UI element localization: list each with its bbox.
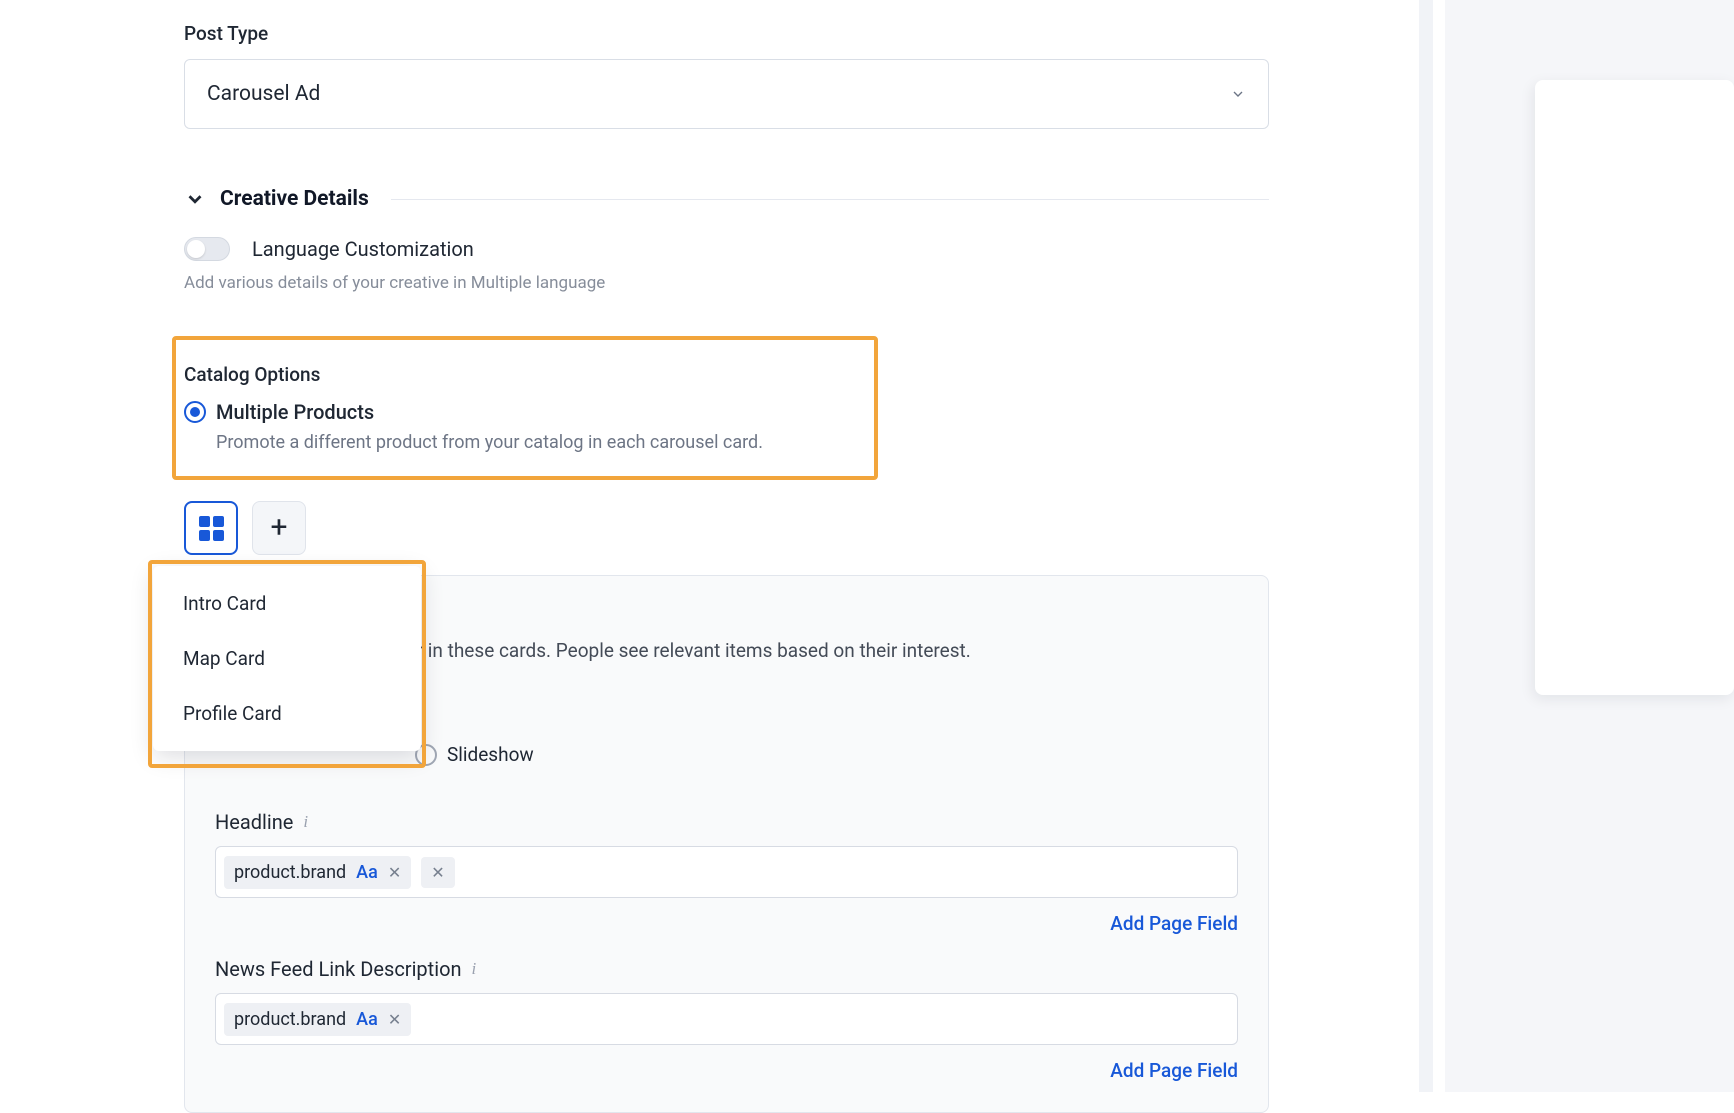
- plus-icon: +: [270, 513, 287, 543]
- newsfeed-input[interactable]: product.brand Aa ✕: [215, 993, 1238, 1045]
- close-icon[interactable]: ✕: [388, 1010, 401, 1029]
- grid-icon: [199, 516, 224, 541]
- language-customization-toggle[interactable]: [184, 237, 230, 261]
- headline-add-page-field[interactable]: Add Page Field: [215, 912, 1238, 935]
- radio-description: Promote a different product from your ca…: [216, 432, 1269, 453]
- info-icon[interactable]: i: [303, 812, 308, 832]
- section-title: Creative Details: [220, 187, 369, 211]
- close-icon[interactable]: ✕: [388, 863, 401, 882]
- divider: [391, 199, 1269, 200]
- creative-details-header[interactable]: Creative Details: [184, 187, 1269, 211]
- menu-item-intro-card[interactable]: Intro Card: [153, 576, 421, 631]
- card-type-menu: Intro Card Map Card Profile Card: [153, 566, 421, 751]
- chevron-down-icon: [1230, 86, 1246, 102]
- headline-input[interactable]: product.brand Aa ✕ ✕: [215, 846, 1238, 898]
- language-customization-label: Language Customization: [252, 237, 474, 261]
- aa-icon[interactable]: Aa: [356, 862, 378, 883]
- slideshow-label: Slideshow: [447, 743, 534, 766]
- chip-text: product.brand: [234, 862, 346, 883]
- post-type-label: Post Type: [184, 22, 1269, 45]
- headline-chip[interactable]: product.brand Aa ✕: [224, 856, 411, 889]
- post-type-select[interactable]: Carousel Ad: [184, 59, 1269, 129]
- grid-view-button[interactable]: [184, 501, 238, 555]
- language-customization-hint: Add various details of your creative in …: [184, 273, 1269, 293]
- toggle-knob: [187, 240, 205, 258]
- slideshow-radio[interactable]: Slideshow: [415, 743, 534, 766]
- chip-text: product.brand: [234, 1009, 346, 1030]
- multiple-products-radio[interactable]: Multiple Products: [184, 400, 1269, 424]
- menu-item-map-card[interactable]: Map Card: [153, 631, 421, 686]
- info-icon[interactable]: i: [472, 959, 477, 979]
- aa-icon[interactable]: Aa: [356, 1009, 378, 1030]
- preview-card: [1535, 80, 1734, 695]
- close-icon[interactable]: ✕: [431, 863, 444, 882]
- post-type-value: Carousel Ad: [207, 82, 320, 106]
- menu-item-profile-card[interactable]: Profile Card: [153, 686, 421, 741]
- headline-label: Headline: [215, 810, 293, 834]
- radio-icon: [184, 401, 206, 423]
- headline-extra-chip[interactable]: ✕: [421, 857, 454, 888]
- right-column-divider: [1419, 0, 1433, 1092]
- newsfeed-chip[interactable]: product.brand Aa ✕: [224, 1003, 411, 1036]
- chevron-down-icon: [184, 188, 206, 210]
- add-card-button[interactable]: +: [252, 501, 306, 555]
- newsfeed-add-page-field[interactable]: Add Page Field: [215, 1059, 1238, 1082]
- catalog-options-title: Catalog Options: [184, 363, 1269, 386]
- newsfeed-label: News Feed Link Description: [215, 957, 462, 981]
- radio-label: Multiple Products: [216, 400, 374, 424]
